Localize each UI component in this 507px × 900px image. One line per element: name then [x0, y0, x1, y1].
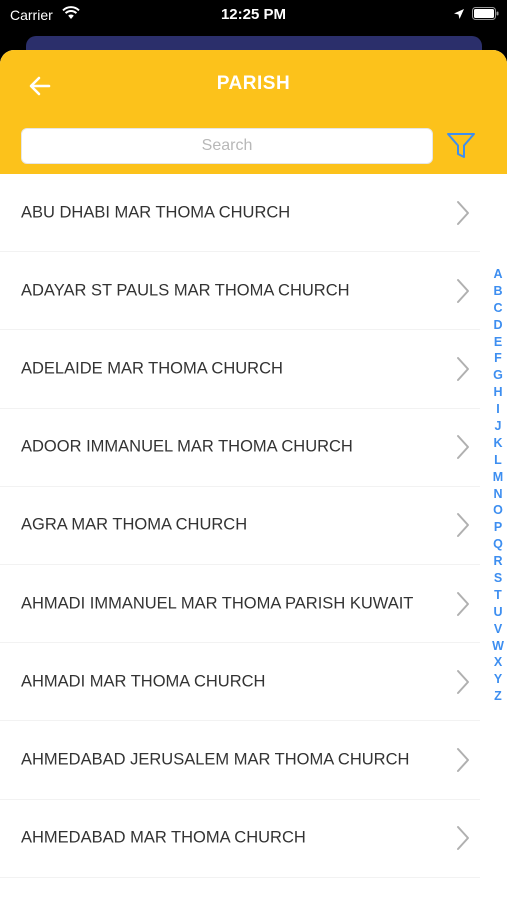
page-title: PARISH — [216, 73, 291, 94]
index-letter[interactable]: W — [488, 638, 507, 655]
header: PARISH — [0, 50, 507, 174]
chevron-right-icon — [457, 200, 469, 225]
chevron-right-icon — [457, 278, 469, 303]
parish-name: AHMEDABAD MAR THOMA CHURCH — [21, 828, 306, 847]
list-item[interactable]: ADELAIDE MAR THOMA CHURCH — [0, 330, 480, 409]
list-item[interactable]: AHMADI MAR THOMA CHURCH — [0, 643, 480, 722]
index-letter[interactable]: F — [488, 350, 507, 367]
chevron-right-icon — [457, 747, 469, 772]
index-letter[interactable]: L — [488, 452, 507, 469]
chevron-right-icon — [457, 513, 469, 538]
status-bar: Carrier 12:25 PM — [0, 0, 507, 30]
list-item[interactable]: AGRA MAR THOMA CHURCH — [0, 487, 480, 565]
index-letter[interactable]: I — [488, 401, 507, 418]
index-letter[interactable]: Z — [488, 688, 507, 705]
list-item[interactable]: ADAYAR ST PAULS MAR THOMA CHURCH — [0, 252, 480, 331]
chevron-right-icon — [457, 591, 469, 616]
index-letter[interactable]: A — [488, 266, 507, 283]
index-letter[interactable]: U — [488, 604, 507, 621]
index-letter[interactable]: T — [488, 587, 507, 604]
filter-button[interactable] — [444, 130, 478, 162]
parish-sheet: PARISH ABU DHABI MAR THOMA CHURCHADAYAR … — [0, 50, 507, 900]
index-letter[interactable]: V — [488, 621, 507, 638]
chevron-right-icon — [457, 435, 469, 460]
search-input[interactable] — [21, 128, 433, 164]
index-letter[interactable]: J — [488, 418, 507, 435]
parish-name: ADAYAR ST PAULS MAR THOMA CHURCH — [21, 281, 350, 300]
index-letter[interactable]: B — [488, 283, 507, 300]
index-letter[interactable]: G — [488, 367, 507, 384]
index-letter[interactable]: Q — [488, 536, 507, 553]
index-letter[interactable]: Y — [488, 671, 507, 688]
index-letter[interactable]: C — [488, 300, 507, 317]
list-item[interactable]: AHMEDABAD MAR THOMA CHURCH — [0, 800, 480, 878]
index-letter[interactable]: O — [488, 502, 507, 519]
index-letter[interactable]: N — [488, 486, 507, 503]
index-letter[interactable]: M — [488, 469, 507, 486]
parish-name: AHMADI IMMANUEL MAR THOMA PARISH KUWAIT — [21, 594, 414, 613]
alphabet-index[interactable]: ABCDEFGHIJKLMNOPQRSTUVWXYZ — [488, 266, 507, 705]
parish-name: AHMEDABAD JERUSALEM MAR THOMA CHURCH — [21, 750, 410, 769]
index-letter[interactable]: D — [488, 317, 507, 334]
parish-name: ABU DHABI MAR THOMA CHURCH — [21, 203, 291, 222]
index-letter[interactable]: K — [488, 435, 507, 452]
parish-name: AHMADI MAR THOMA CHURCH — [21, 672, 266, 691]
chevron-right-icon — [457, 669, 469, 694]
chevron-right-icon — [457, 826, 469, 851]
parish-name: ADELAIDE MAR THOMA CHURCH — [21, 359, 283, 378]
parish-name: AGRA MAR THOMA CHURCH — [21, 515, 248, 534]
index-letter[interactable]: S — [488, 570, 507, 587]
list-item[interactable]: ADOOR IMMANUEL MAR THOMA CHURCH — [0, 409, 480, 487]
index-letter[interactable]: P — [488, 519, 507, 536]
chevron-right-icon — [457, 356, 469, 381]
battery-icon — [472, 7, 499, 20]
index-letter[interactable]: X — [488, 654, 507, 671]
parish-list: ABU DHABI MAR THOMA CHURCH ADAYAR ST PAUL… — [0, 174, 480, 878]
status-time: 12:25 PM — [220, 6, 287, 23]
location-arrow-icon — [454, 9, 464, 19]
index-letter[interactable]: R — [488, 553, 507, 570]
filter-icon — [447, 133, 475, 158]
index-letter[interactable]: E — [488, 334, 507, 351]
list-item[interactable]: ABU DHABI MAR THOMA CHURCH — [0, 174, 480, 253]
list-item[interactable]: AHMEDABAD JERUSALEM MAR THOMA CHURCH — [0, 721, 480, 800]
list-item[interactable]: AHMADI IMMANUEL MAR THOMA PARISH KUWAIT — [0, 565, 480, 644]
index-letter[interactable]: H — [488, 384, 507, 401]
parish-name: ADOOR IMMANUEL MAR THOMA CHURCH — [21, 437, 353, 456]
